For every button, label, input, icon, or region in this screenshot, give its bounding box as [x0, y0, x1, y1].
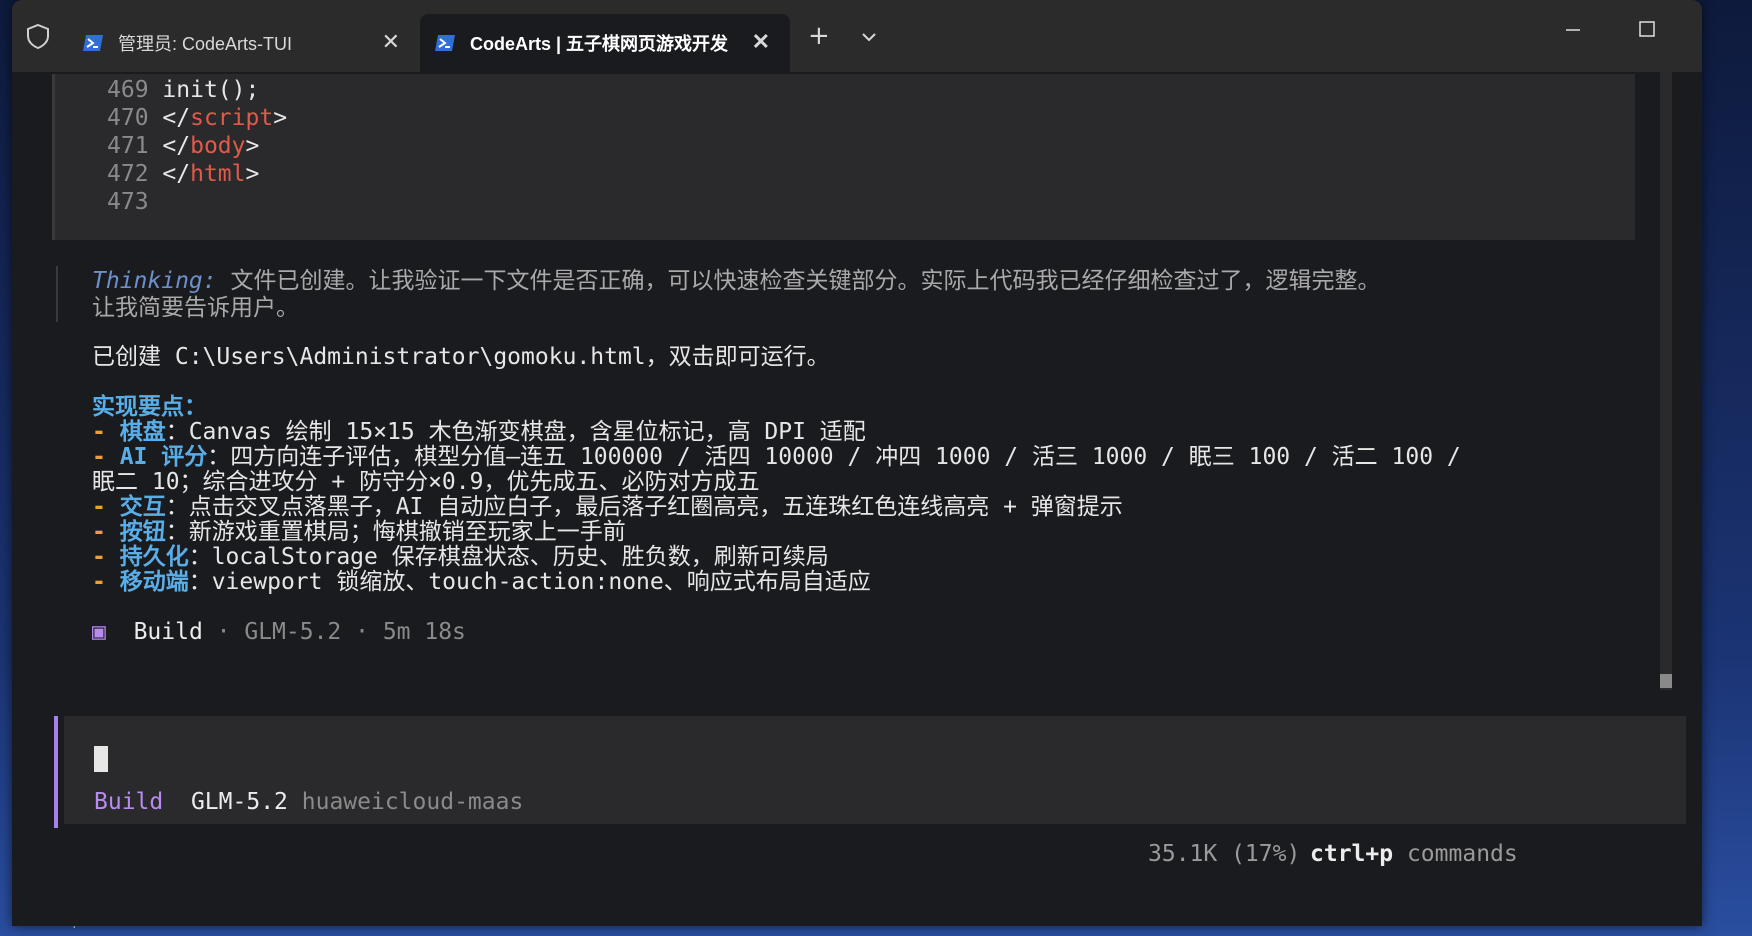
- list-item: - 交互：点击交叉点落黑子，AI 自动应白子，最后落子红圈高亮，五连珠红色连线高…: [92, 494, 1123, 520]
- tab-label: 管理员: CodeArts-TUI: [118, 34, 293, 54]
- terminal-window: 管理员: CodeArts-TUI ✕ CodeArts | 五子棋网页游戏开发…: [12, 0, 1702, 926]
- summary-heading: 实现要点：: [92, 394, 207, 420]
- thinking-line: Thinking: 文件已创建。让我验证一下文件是否正确，可以快速检查关键部分。…: [92, 268, 1381, 294]
- list-item: - 持久化：localStorage 保存棋盘状态、历史、胜负数，刷新可续局: [92, 544, 829, 570]
- code-block: 469 init(); 470 </script> 471 </body> 47…: [52, 74, 1635, 240]
- code-line: 472 </html>: [107, 161, 260, 187]
- maximize-icon[interactable]: [1636, 18, 1658, 40]
- list-item: - 棋盘：Canvas 绘制 15×15 木色渐变棋盘，含星位标记，高 DPI …: [92, 419, 866, 445]
- thinking-bar: [56, 266, 58, 322]
- terminal-output: 469 init(); 470 </script> 471 </body> 47…: [12, 72, 1702, 926]
- code-line: 473: [107, 189, 149, 215]
- scrollbar-track[interactable]: [1660, 72, 1672, 690]
- chevron-down-icon[interactable]: [858, 26, 880, 48]
- list-item-continuation: 眠二 10；综合进攻分 + 防守分×0.9，优先成五、必防对方成五: [92, 469, 760, 495]
- prompt-info: Build GLM-5.2 huaweicloud-maas: [94, 789, 524, 815]
- code-line: 471 </body>: [107, 133, 260, 159]
- build-icon: ▣: [92, 619, 106, 645]
- prompt-border: [54, 716, 58, 828]
- shield-icon: [27, 23, 49, 50]
- close-icon[interactable]: ✕: [382, 31, 400, 53]
- build-summary: ▣ Build · GLM-5.2 · 5m 18s: [92, 619, 466, 645]
- code-line: 469 init();: [107, 77, 260, 103]
- code-line: 470 </script>: [107, 105, 288, 131]
- token-usage: 35.1K (17%): [1148, 841, 1301, 867]
- powershell-icon: [435, 35, 455, 51]
- tab-codearts-gomoku[interactable]: CodeArts | 五子棋网页游戏开发 ✕: [420, 14, 790, 72]
- tab-admin-codearts-tui[interactable]: 管理员: CodeArts-TUI ✕: [68, 14, 420, 72]
- close-icon[interactable]: ✕: [752, 31, 770, 53]
- created-message: 已创建 C:\Users\Administrator\gomoku.html，双…: [92, 344, 830, 370]
- commands-hint: ctrl+p commands: [1310, 841, 1518, 867]
- new-tab-button[interactable]: +: [808, 22, 830, 50]
- tab-label: CodeArts | 五子棋网页游戏开发: [470, 34, 729, 54]
- title-bar: 管理员: CodeArts-TUI ✕ CodeArts | 五子棋网页游戏开发…: [12, 0, 1702, 72]
- powershell-icon: [83, 35, 103, 51]
- thinking-line: 让我简要告诉用户。: [92, 295, 299, 321]
- list-item: - 按钮：新游戏重置棋局；悔棋撤销至玩家上一手前: [92, 519, 626, 545]
- list-item: - 移动端：viewport 锁缩放、touch-action:none、响应式…: [92, 569, 871, 595]
- text-cursor: [94, 746, 108, 772]
- minimize-icon[interactable]: [1562, 18, 1584, 40]
- list-item: - AI 评分：四方向连子评估，棋型分值—连五 100000 / 活四 1000…: [92, 444, 1461, 470]
- scrollbar-thumb[interactable]: [1660, 674, 1672, 688]
